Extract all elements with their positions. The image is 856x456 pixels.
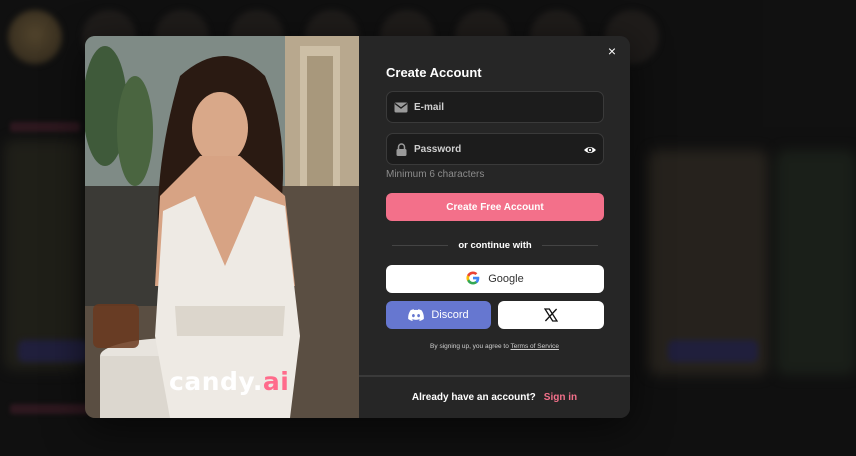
- signin-footer: Already have an account? Sign in: [359, 375, 630, 418]
- signup-modal: candy.ai × Create Account Minimum 6 char…: [85, 36, 630, 418]
- google-icon: [466, 270, 480, 288]
- x-logo-icon: [544, 308, 558, 322]
- x-signin-button[interactable]: [498, 301, 604, 329]
- terms-of-service-link[interactable]: Terms of Service: [511, 343, 559, 350]
- candy-ai-logo: candy.ai: [169, 367, 290, 396]
- modal-title: Create Account: [386, 65, 482, 80]
- social-divider: or continue with: [392, 238, 599, 252]
- email-input[interactable]: [414, 101, 574, 113]
- divider-line: [541, 244, 599, 246]
- have-account-text: Already have an account?: [411, 392, 536, 403]
- terms-prefix: By signing up, you agree to: [430, 343, 509, 350]
- password-hint: Minimum 6 characters: [386, 169, 485, 180]
- email-field[interactable]: [386, 91, 604, 123]
- divider-text: or continue with: [458, 239, 532, 251]
- close-icon[interactable]: ×: [604, 43, 620, 59]
- create-account-button[interactable]: Create Free Account: [386, 193, 604, 221]
- discord-signin-button[interactable]: Discord: [386, 301, 491, 329]
- hero-illustration: [85, 36, 359, 418]
- google-label: Google: [488, 273, 524, 285]
- signup-panel: × Create Account Minimum 6 characters Cr…: [359, 36, 630, 418]
- password-field[interactable]: [386, 133, 604, 165]
- mail-icon: [394, 100, 408, 114]
- discord-label: Discord: [431, 309, 469, 321]
- discord-icon: [408, 309, 425, 321]
- hero-image: candy.ai: [85, 36, 359, 418]
- divider-line: [392, 244, 449, 246]
- password-input[interactable]: [414, 143, 574, 155]
- eye-icon[interactable]: [583, 143, 597, 157]
- sign-in-link[interactable]: Sign in: [544, 392, 577, 403]
- google-signin-button[interactable]: Google: [386, 265, 604, 293]
- terms-notice: By signing up, you agree to Terms of Ser…: [359, 343, 630, 350]
- lock-icon: [394, 142, 408, 156]
